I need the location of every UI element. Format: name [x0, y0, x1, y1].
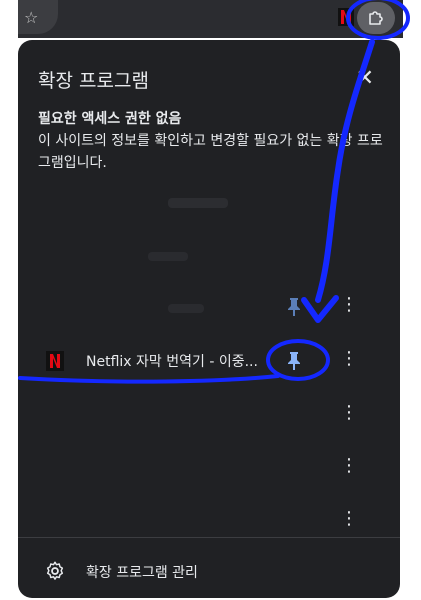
netflix-logo-icon [46, 351, 64, 371]
pin-icon[interactable] [286, 350, 302, 370]
close-icon[interactable]: ✕ [356, 66, 374, 91]
blurred-text [168, 304, 204, 313]
list-item[interactable]: Netflix 자막 번역기 - 이중... ⋮ [18, 340, 400, 380]
browser-toolbar: ☆ [18, 0, 403, 38]
puzzle-piece-icon [369, 11, 383, 25]
star-icon: ☆ [24, 8, 39, 27]
netflix-extension-icon[interactable] [338, 8, 354, 26]
more-options-icon[interactable]: ⋮ [340, 510, 358, 530]
extensions-panel: 확장 프로그램 ✕ 필요한 액세스 권한 없음 이 사이트의 정보를 확인하고 … [18, 40, 400, 598]
divider [18, 537, 400, 538]
more-options-icon[interactable]: ⋮ [340, 404, 358, 424]
bookmark-button[interactable]: ☆ [18, 0, 58, 34]
extension-name: Netflix 자막 번역기 - 이중... [86, 354, 258, 370]
manage-extensions-button[interactable]: 확장 프로그램 관리 [18, 554, 400, 590]
more-options-icon[interactable]: ⋮ [340, 296, 358, 316]
more-options-icon[interactable]: ⋮ [340, 457, 358, 477]
more-options-icon[interactable]: ⋮ [340, 350, 358, 370]
extensions-button[interactable] [357, 2, 395, 34]
manage-extensions-label: 확장 프로그램 관리 [86, 565, 198, 581]
blurred-text [168, 198, 228, 208]
section-description: 이 사이트의 정보를 확인하고 변경할 필요가 없는 확장 프로그램입니다. [38, 133, 383, 171]
pin-icon[interactable] [286, 296, 302, 316]
gear-icon [46, 561, 64, 580]
blurred-text [148, 252, 188, 261]
section-heading: 필요한 액세스 권한 없음 [38, 111, 182, 127]
panel-title: 확장 프로그램 [38, 70, 149, 92]
